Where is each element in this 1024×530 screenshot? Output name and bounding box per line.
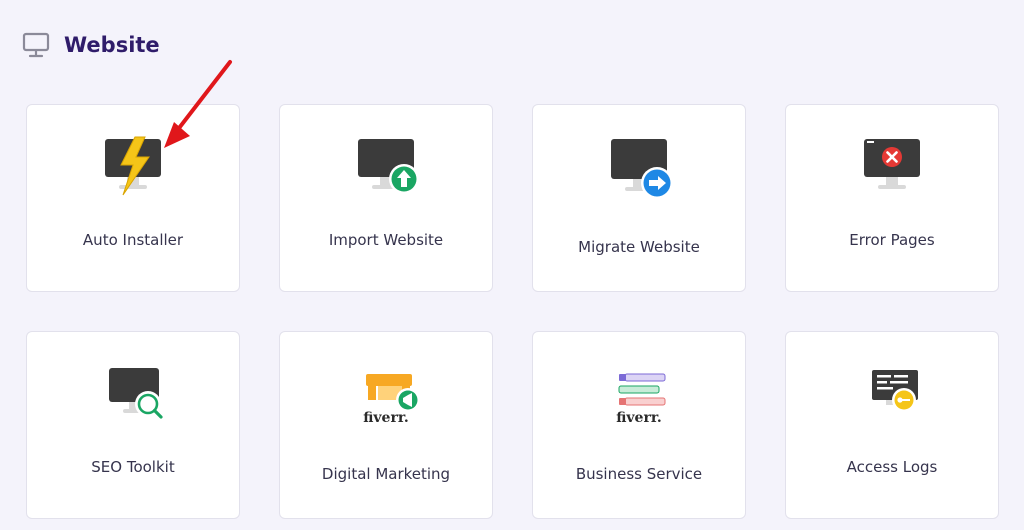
card-import-website[interactable]: Import Website bbox=[279, 104, 493, 292]
card-label: Business Service bbox=[575, 465, 703, 483]
card-access-logs[interactable]: Access Logs bbox=[785, 331, 999, 519]
section-title: Website bbox=[64, 33, 160, 57]
card-digital-marketing[interactable]: fiverr. Digital Marketing bbox=[279, 331, 493, 519]
digital-marketing-icon: fiverr. bbox=[363, 374, 420, 426]
card-error-pages[interactable]: Error Pages bbox=[785, 104, 999, 292]
card-label: Access Logs bbox=[846, 458, 938, 476]
seo-toolkit-icon bbox=[109, 368, 163, 419]
card-migrate-website[interactable]: Migrate Website bbox=[532, 104, 746, 292]
section-header: Website bbox=[22, 28, 160, 62]
card-label: Migrate Website bbox=[578, 238, 700, 256]
access-logs-icon bbox=[872, 370, 918, 412]
card-auto-installer[interactable]: Auto Installer bbox=[26, 104, 240, 292]
error-pages-icon bbox=[864, 139, 920, 189]
business-service-icon: fiverr. bbox=[616, 373, 666, 426]
fiverr-logo: fiverr. bbox=[616, 410, 662, 426]
auto-installer-icon bbox=[105, 136, 161, 196]
card-seo-toolkit[interactable]: SEO Toolkit bbox=[26, 331, 240, 519]
fiverr-logo: fiverr. bbox=[363, 410, 409, 426]
import-website-icon bbox=[358, 139, 419, 194]
card-label: Digital Marketing bbox=[321, 465, 451, 483]
migrate-website-icon bbox=[611, 139, 673, 199]
card-business-service[interactable]: fiverr. Business Service bbox=[532, 331, 746, 519]
monitor-icon bbox=[22, 32, 50, 58]
card-label: Auto Installer bbox=[82, 231, 184, 249]
card-label: Import Website bbox=[328, 231, 444, 249]
card-label: Error Pages bbox=[849, 231, 935, 249]
card-label: SEO Toolkit bbox=[91, 458, 175, 476]
